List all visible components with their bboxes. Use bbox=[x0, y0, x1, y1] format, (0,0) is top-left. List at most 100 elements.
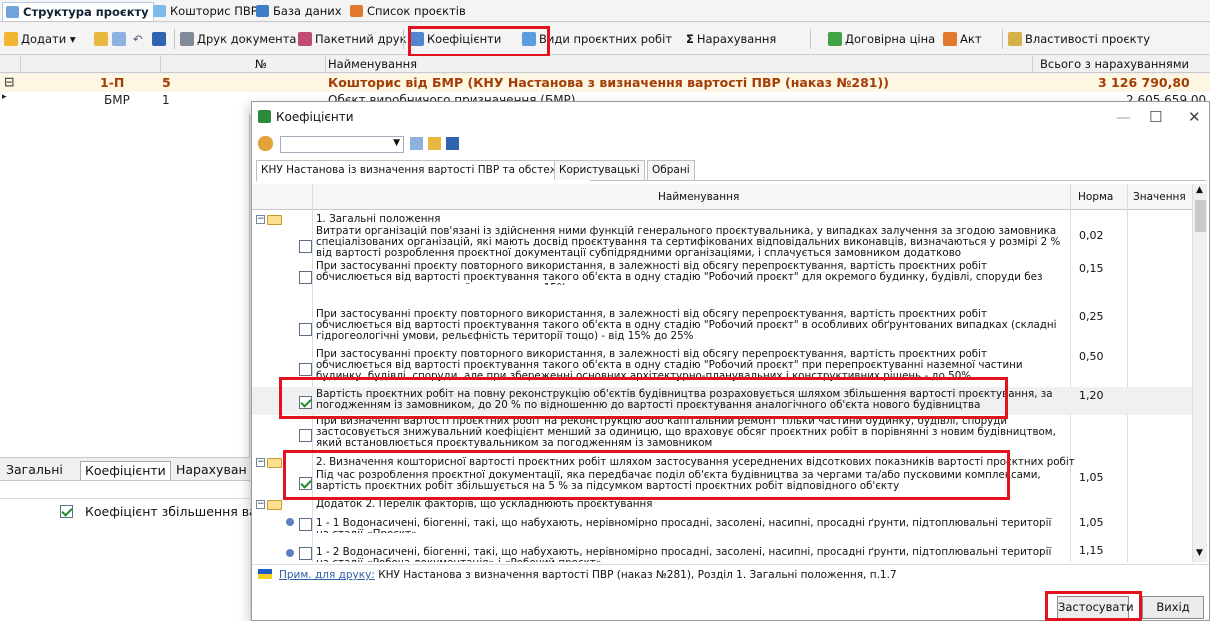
main-toolbar: Додати ▾ ↶ Друк документа Пакетний друк … bbox=[0, 23, 1210, 55]
collapse-icon[interactable]: ⊟ bbox=[4, 74, 14, 89]
coefficient-set-select[interactable]: ▼ bbox=[280, 136, 404, 153]
act-button[interactable]: Акт bbox=[943, 29, 982, 49]
tab-project-structure[interactable]: Структура проєкту bbox=[2, 2, 154, 21]
coefficient-norm: 1,15 bbox=[1079, 544, 1104, 557]
table-row[interactable]: ⊟ 1-П 5 Кошторис від БМР (КНУ Настанова … bbox=[0, 74, 1210, 92]
coefficient-row[interactable]: При застосуванні проєкту повторного вико… bbox=[252, 349, 1192, 382]
group-title: 2. Визначення кошторисної вартості проєк… bbox=[316, 456, 1075, 468]
tab-label: Список проєктів bbox=[367, 4, 466, 18]
grid-divider bbox=[1032, 56, 1033, 73]
list-item-label: Коефіцієнт збільшення вар bbox=[84, 504, 265, 519]
add-user-icon[interactable] bbox=[258, 136, 273, 151]
coefficients-button[interactable]: Коефіцієнти bbox=[410, 29, 501, 49]
edit-icon bbox=[112, 32, 126, 46]
add-label: Додати bbox=[21, 32, 67, 46]
coefficient-row[interactable]: Витрати організацій пов'язані із здійсне… bbox=[252, 226, 1192, 260]
collapse-icon[interactable]: − bbox=[256, 215, 265, 224]
checkbox[interactable] bbox=[299, 518, 312, 531]
maximize-icon[interactable]: ☐ bbox=[1149, 108, 1162, 126]
folder-icon bbox=[267, 458, 282, 468]
group-title: 1. Загальні положення bbox=[316, 213, 441, 225]
batch-print-icon bbox=[298, 32, 312, 46]
tab-label: База даних bbox=[273, 4, 342, 18]
checkbox[interactable] bbox=[299, 271, 312, 284]
coefficients-dialog: Коефіцієнти — ☐ ✕ ▼ КНУ Настанова із виз… bbox=[251, 101, 1210, 621]
add-button[interactable]: Додати ▾ bbox=[4, 29, 76, 49]
save-icon[interactable] bbox=[446, 137, 459, 150]
print-note-bar: Прим. для друку: КНУ Настанова з визначе… bbox=[252, 564, 1209, 584]
save-button[interactable] bbox=[152, 29, 169, 49]
print-note-label[interactable]: Прим. для друку: bbox=[279, 569, 375, 581]
coefficient-row[interactable]: Під час розроблення проєктної документац… bbox=[252, 470, 1192, 496]
dialog-tabs: КНУ Настанова із визначення вартості ПВР… bbox=[256, 157, 1206, 181]
close-icon[interactable]: ✕ bbox=[1188, 108, 1201, 126]
list-item[interactable]: Коефіцієнт збільшення вар bbox=[60, 504, 265, 519]
tab-knu-standard[interactable]: КНУ Настанова із визначення вартості ПВР… bbox=[256, 160, 591, 181]
checkbox[interactable] bbox=[299, 477, 312, 490]
coefficients-table: Найменування Норма Значення − 1. Загальн… bbox=[252, 184, 1207, 562]
minimize-icon[interactable]: — bbox=[1116, 108, 1131, 126]
group-row[interactable]: − 1. Загальні положення bbox=[252, 213, 1192, 227]
edit-button[interactable] bbox=[112, 29, 129, 49]
group-row[interactable]: − 2. Визначення кошторисної вартості про… bbox=[252, 456, 1192, 470]
tab-charges[interactable]: Нарахуван bbox=[172, 461, 251, 480]
ukraine-flag-icon bbox=[258, 569, 272, 579]
coefficient-text: 1 - 2 Водонасичені, біогенні, такі, що н… bbox=[316, 546, 1052, 563]
collapse-icon[interactable]: − bbox=[256, 500, 265, 509]
list-icon bbox=[350, 5, 363, 17]
coefficient-row[interactable]: При застосуванні проєкту повторного вико… bbox=[252, 309, 1192, 343]
edit-icon[interactable] bbox=[410, 137, 423, 150]
batch-print-label: Пакетний друк bbox=[315, 32, 407, 46]
coefficient-text: При застосуванні проєкту повторного вико… bbox=[316, 309, 1057, 342]
checkbox[interactable] bbox=[60, 505, 73, 518]
print-document-label: Друк документа bbox=[197, 32, 297, 46]
print-document-button[interactable]: Друк документа bbox=[180, 29, 296, 49]
checkbox[interactable] bbox=[299, 240, 312, 253]
checkbox[interactable] bbox=[299, 323, 312, 336]
checkbox[interactable] bbox=[299, 396, 312, 409]
tab-label: Кошторис ПВР bbox=[170, 4, 258, 18]
checkbox[interactable] bbox=[299, 547, 312, 560]
contract-price-button[interactable]: Договірна ціна bbox=[828, 29, 935, 49]
coefficient-row-selected[interactable]: Вартість проєктних робіт на повну реконс… bbox=[252, 387, 1192, 415]
group-row[interactable]: − Додаток 2. Перелік факторів, що усклад… bbox=[252, 498, 1192, 512]
undo-button[interactable]: ↶ bbox=[133, 29, 143, 49]
tab-favorites[interactable]: Обрані bbox=[647, 160, 695, 180]
coefficient-norm: 0,25 bbox=[1079, 310, 1104, 323]
undo-icon: ↶ bbox=[133, 32, 143, 46]
folder-icon bbox=[267, 500, 282, 510]
coefficient-norm: 1,20 bbox=[1079, 389, 1104, 402]
scrollbar[interactable]: ▲ ▼ bbox=[1192, 184, 1207, 562]
coefficient-row[interactable]: 1 - 1 Водонасичені, біогенні, такі, що н… bbox=[252, 515, 1192, 533]
tab-database[interactable]: База даних bbox=[253, 2, 346, 21]
tab-custom[interactable]: Користувацькі bbox=[554, 160, 645, 180]
col-header-name: Найменування bbox=[328, 57, 418, 71]
checkbox[interactable] bbox=[299, 429, 312, 442]
tab-project-list[interactable]: Список проєктів bbox=[347, 2, 470, 21]
scroll-down-icon[interactable]: ▼ bbox=[1196, 548, 1203, 558]
coefficient-row[interactable]: При визначенні вартості проєктних робіт … bbox=[252, 416, 1192, 450]
charges-button[interactable]: Σ Нарахування bbox=[686, 29, 776, 49]
coefficient-row[interactable]: 1 - 2 Водонасичені, біогенні, такі, що н… bbox=[252, 543, 1192, 562]
folder-icon[interactable] bbox=[428, 137, 441, 150]
row-number: 1 bbox=[162, 93, 170, 107]
col-header-number: № bbox=[255, 57, 267, 71]
row-number: 5 bbox=[162, 75, 171, 90]
app-tabs: Структура проєкту Кошторис ПВР База дани… bbox=[0, 0, 1210, 22]
checkbox[interactable] bbox=[299, 363, 312, 376]
project-properties-button[interactable]: Властивості проєкту bbox=[1008, 29, 1150, 49]
tab-general[interactable]: Загальні bbox=[2, 461, 67, 480]
scroll-up-icon[interactable]: ▲ bbox=[1196, 185, 1203, 195]
exit-button[interactable]: Вихід bbox=[1142, 596, 1204, 619]
collapse-icon[interactable]: − bbox=[256, 458, 265, 467]
tab-coefficients[interactable]: Коефіцієнти bbox=[80, 461, 171, 480]
apply-button[interactable]: Застосувати bbox=[1057, 596, 1134, 619]
scroll-thumb[interactable] bbox=[1195, 200, 1206, 232]
coefficient-row[interactable]: При застосуванні проєкту повторного вико… bbox=[252, 261, 1192, 285]
batch-print-button[interactable]: Пакетний друк bbox=[298, 29, 407, 49]
work-types-button[interactable]: Види проєктних робіт bbox=[522, 29, 672, 49]
database-icon bbox=[256, 5, 269, 17]
tab-estimate-pvr[interactable]: Кошторис ПВР bbox=[150, 2, 262, 21]
coefficient-text: Під час розроблення проєктної документац… bbox=[316, 470, 1041, 492]
open-button[interactable] bbox=[94, 29, 111, 49]
